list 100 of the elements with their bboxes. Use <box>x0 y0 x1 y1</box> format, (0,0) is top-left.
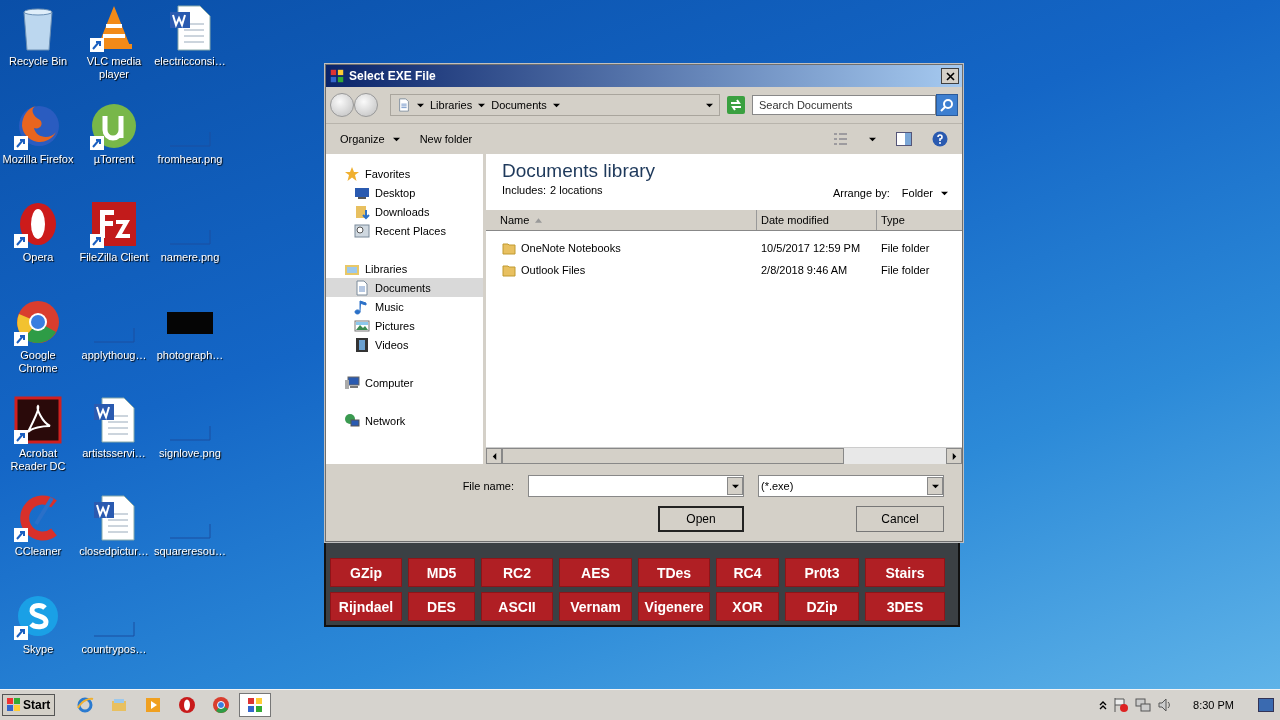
nav-item[interactable]: Recent Places <box>326 221 483 240</box>
arrange-dropdown[interactable]: Folder <box>901 185 948 201</box>
file-name-field[interactable] <box>528 475 744 497</box>
icon-label: Google Chrome <box>17 349 59 375</box>
icon-label: squareresou… <box>153 545 227 558</box>
nav-item[interactable]: Documents <box>326 278 483 297</box>
address-bar[interactable]: Libraries Documents <box>390 94 720 116</box>
preview-pane-icon[interactable] <box>896 132 912 146</box>
caret-icon <box>478 101 486 109</box>
chrome-icon <box>212 696 231 714</box>
explorer-icon <box>110 696 129 714</box>
horizontal-scrollbar[interactable] <box>486 447 962 464</box>
nav-item[interactable]: Videos <box>326 335 483 354</box>
start-button[interactable]: Start <box>2 694 56 716</box>
nav-item[interactable]: Computer <box>326 373 483 392</box>
icon-label: countrypos… <box>81 643 147 656</box>
column-header[interactable]: Date modified <box>757 210 877 230</box>
chevron-icon[interactable] <box>1099 700 1108 710</box>
refresh-icon[interactable] <box>726 95 746 115</box>
cipher-button[interactable]: Vernam <box>559 592 632 621</box>
documents-icon <box>354 279 370 296</box>
windows-logo-icon <box>7 698 21 712</box>
cipher-button[interactable]: Rijndael <box>330 592 402 621</box>
computer-icon <box>344 374 360 391</box>
chrome-icon[interactable] <box>14 298 62 346</box>
nav-item[interactable]: Desktop <box>326 183 483 202</box>
utorrent-icon[interactable] <box>90 102 138 150</box>
pictures-icon <box>354 317 370 334</box>
type-cell-text: File folder <box>880 242 931 254</box>
close-icon <box>945 71 955 81</box>
file-type-dropdown[interactable]: (*.exe) <box>758 475 944 497</box>
caret-icon <box>869 135 876 143</box>
organize-button[interactable]: Organize <box>340 131 400 147</box>
cipher-button[interactable]: RC4 <box>716 558 779 587</box>
breadcrumb-item[interactable]: Documents <box>491 99 547 111</box>
icon-label: Recycle Bin <box>8 55 68 68</box>
cancel-button[interactable]: Cancel <box>856 506 944 532</box>
caret-icon <box>931 482 939 490</box>
filezilla-icon[interactable] <box>90 200 138 248</box>
icon-label: CCleaner <box>14 545 62 558</box>
forward-button[interactable] <box>354 93 378 117</box>
icon-label: namere.png <box>160 251 220 264</box>
icon-label: signlove.png <box>159 447 221 460</box>
window-title: Select EXE File <box>349 69 437 83</box>
file-row[interactable]: Outlook Files 2/8/2018 9:46 AM File folder <box>486 259 962 281</box>
search-icon <box>940 98 954 112</box>
flag-icon[interactable] <box>1113 697 1130 713</box>
help-icon[interactable] <box>932 131 948 147</box>
icon-label: Opera <box>22 251 54 264</box>
column-header[interactable]: Type <box>877 210 962 230</box>
cipher-button[interactable]: XOR <box>716 592 779 621</box>
type-cell-text: File folder <box>880 264 931 276</box>
icon-label: FileZilla Client <box>79 251 149 264</box>
cipher-button[interactable]: DES <box>408 592 475 621</box>
cipher-button[interactable]: AES <box>559 558 632 587</box>
cipher-button[interactable]: TDes <box>638 558 710 587</box>
locations-link[interactable]: 2 locations <box>550 184 603 196</box>
clock[interactable]: 8:30 PM <box>1193 699 1234 711</box>
caret-icon <box>941 189 948 197</box>
cipher-button[interactable]: Vigenere <box>638 592 710 621</box>
icon-label: Mozilla Firefox <box>2 153 74 166</box>
file-row[interactable]: OneNote Notebooks 10/5/2017 12:59 PM File folder <box>486 237 962 259</box>
close-button[interactable] <box>941 68 959 84</box>
column-header[interactable]: Name <box>486 210 757 230</box>
nav-item[interactable]: Downloads <box>326 202 483 221</box>
nav-item[interactable]: Favorites <box>326 164 483 183</box>
icon-label: Skype <box>22 643 54 656</box>
cipher-button[interactable]: Stairs <box>865 558 945 587</box>
cipher-button[interactable]: GZip <box>330 558 402 587</box>
sort-icon <box>535 217 543 223</box>
document-icon <box>397 97 411 113</box>
cipher-button[interactable]: RC2 <box>481 558 553 587</box>
caret-icon <box>552 101 560 109</box>
date-cell-text: 2/8/2018 9:46 AM <box>760 264 849 276</box>
breadcrumb-item[interactable]: Libraries <box>430 99 473 111</box>
search-field[interactable]: Search Documents <box>752 95 936 115</box>
cipher-button[interactable]: DZip <box>785 592 859 621</box>
cipher-button[interactable]: ASCII <box>481 592 553 621</box>
acrobat-icon[interactable] <box>14 396 62 444</box>
cipher-button[interactable]: 3DES <box>865 592 945 621</box>
folder-icon <box>502 241 516 255</box>
taskbar-button[interactable] <box>239 693 272 717</box>
network-icon[interactable] <box>1135 697 1152 713</box>
videos-icon <box>354 336 370 353</box>
nav-item[interactable]: Libraries <box>326 259 483 278</box>
icon-label: VLC media player <box>85 55 143 81</box>
media-icon <box>144 696 163 714</box>
search-button[interactable] <box>936 94 958 116</box>
back-button[interactable] <box>330 93 354 117</box>
nav-item[interactable]: Network <box>326 411 483 430</box>
open-button[interactable]: Open <box>658 506 744 532</box>
nav-item[interactable]: Pictures <box>326 316 483 335</box>
caret-icon <box>706 101 713 109</box>
new-folder-button[interactable]: New folder <box>419 131 473 147</box>
caret-icon <box>950 452 958 460</box>
cipher-button[interactable]: MD5 <box>408 558 475 587</box>
cipher-button[interactable]: Pr0t3 <box>785 558 859 587</box>
icon-label: electricconsi… <box>154 55 226 68</box>
nav-item[interactable]: Music <box>326 297 483 316</box>
scroll-thumb[interactable] <box>502 448 844 464</box>
